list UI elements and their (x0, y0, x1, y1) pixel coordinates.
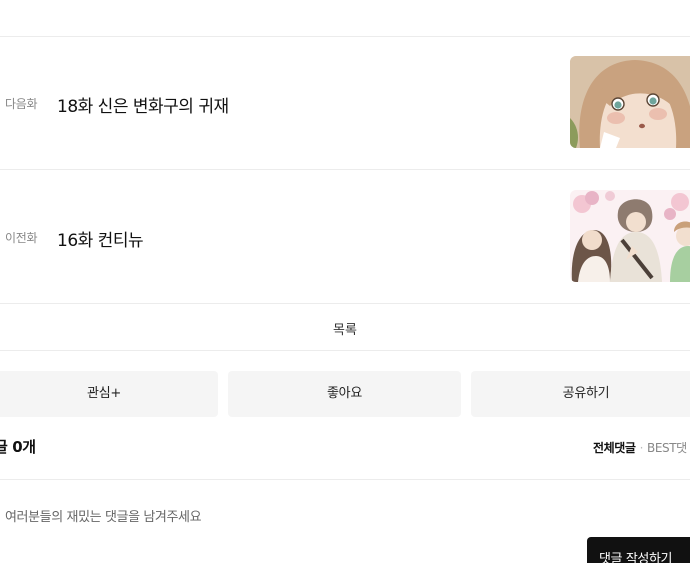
write-comment-button[interactable]: 댓글 작성하기 (587, 537, 690, 563)
share-button[interactable]: 공유하기 (471, 371, 690, 417)
tab-all-comments[interactable]: 전체댓글 (593, 441, 636, 455)
next-episode-tag: 다음화 (5, 97, 38, 111)
episode-list-link[interactable]: 목록 (0, 304, 690, 350)
like-button[interactable]: 좋아요 (228, 371, 461, 417)
girl-portrait-illustration (570, 56, 690, 148)
next-episode-title[interactable]: 18화 신은 변화구의 귀재 (57, 92, 229, 117)
list-divider-bottom (0, 350, 690, 351)
comment-count: 글 0개 (0, 438, 36, 456)
tab-separator: · (639, 441, 644, 455)
comment-divider (0, 479, 690, 480)
tab-best-comments[interactable]: BEST댓 (647, 441, 687, 455)
list-label[interactable]: 목록 (0, 319, 690, 338)
next-episode-row[interactable]: 다음화 18화 신은 변화구의 귀재 (0, 36, 690, 170)
group-illustration (570, 190, 690, 282)
comment-input[interactable]: 여러분들의 재밌는 댓글을 남겨주세요 (5, 506, 202, 525)
comment-sort-tabs: 전체댓글 · BEST댓 (593, 439, 687, 456)
prev-episode-row[interactable]: 이전화 16화 컨티뉴 (0, 170, 690, 304)
prev-episode-title[interactable]: 16화 컨티뉴 (57, 226, 144, 251)
prev-episode-thumbnail[interactable] (570, 190, 690, 282)
prev-episode-tag: 이전화 (5, 231, 38, 245)
next-episode-thumbnail[interactable] (570, 56, 690, 148)
interest-button[interactable]: 관심+ (0, 371, 218, 417)
